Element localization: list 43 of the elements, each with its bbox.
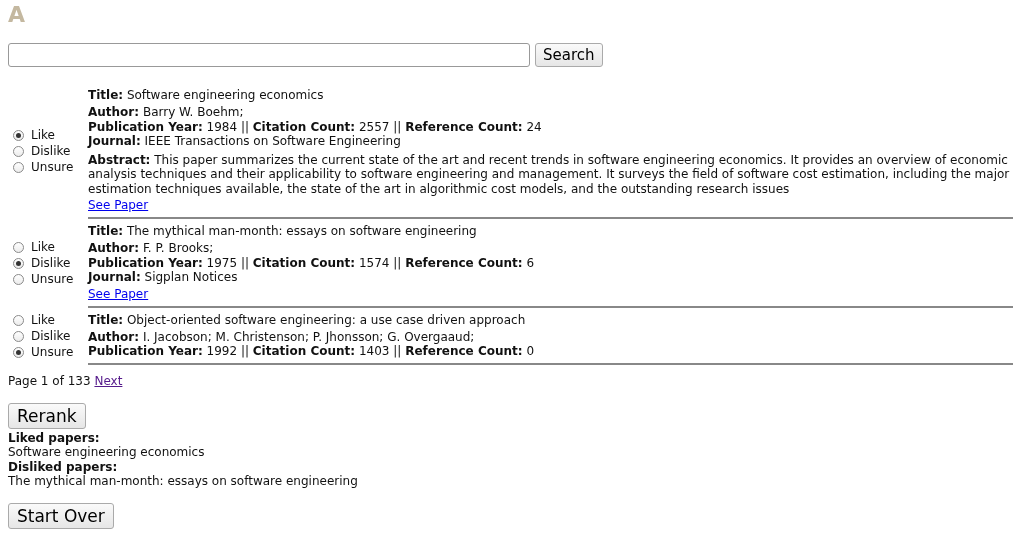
rating-radio[interactable] [13,241,24,253]
paper-detail: Journal: Sigplan Notices [88,270,239,285]
rerank-button[interactable]: Rerank [8,402,86,429]
summary-item: The mythical man-month: essays on software engineering [8,474,358,489]
paper-detail: Author: Barry W. Boehm; [88,105,245,120]
rating-label[interactable]: Like [31,312,55,328]
paper-detail: Journal: IEEE Transactions on Software Engineering [88,134,402,149]
rating-label[interactable]: Like [31,239,55,256]
paper-detail: Publication Year: 1984 || Citation Count: 2557 || Reference Count: 24 [88,119,543,134]
paper-title: Title: Software engineering economics [88,87,325,103]
summary-heading: Liked papers: [8,430,101,445]
rating-radio[interactable] [13,314,24,326]
search-button[interactable]: Search [535,43,603,67]
paper-detail: Publication Year: 1992 || Citation Count: 1403 || Reference Count: 0 [88,344,536,359]
logo: A [8,2,26,28]
rating-label[interactable]: Like [31,127,55,143]
rating-radio[interactable] [13,257,24,269]
page-indicator: Page 1 of 133 [8,373,91,388]
rating-radio[interactable] [13,273,24,285]
paper-detail: Publication Year: 1975 || Citation Count: 1574 || Reference Count: 6 [88,255,536,270]
paper-title: Title: The mythical man-month: essays on software engineering [88,223,478,239]
rating-label[interactable]: Dislike [31,143,71,159]
see-paper-link[interactable]: See Paper [88,198,149,213]
rating-radio[interactable] [13,330,24,342]
paper-title: Title: Object-oriented software engineering: a use case driven approach [88,311,527,328]
rating-radio[interactable] [13,346,24,358]
rating-radio[interactable] [13,129,24,141]
rating-label[interactable]: Unsure [31,271,74,288]
start-over-button[interactable]: Start Over [8,502,114,529]
search-field[interactable] [8,43,530,67]
paper-detail: Author: F. P. Brooks; [88,241,215,256]
summary-item: Software engineering economics [8,445,206,460]
rating-radio[interactable] [13,145,24,157]
next-link[interactable]: Next [94,373,123,388]
see-paper-link[interactable]: See Paper [88,286,149,302]
paper-detail: Author: I. Jacobson; M. Christenson; P. Jhonsson; G. Overgaaud; [88,329,476,344]
rating-label[interactable]: Unsure [31,159,74,175]
rating-radio[interactable] [13,161,24,173]
rating-label[interactable]: Dislike [31,255,71,272]
paper-abstract: Abstract: This paper summarizes the current state of the art and recent trends in software engineering economics. It provides an overview of economic analysis techniques and their applicability to software engineering and management. It surveys the field of software cost estimation, including the major estimation techniques available, the state of the art in algorithmic cost models, and the outstanding research issues [88,152,1011,196]
rating-label[interactable]: Dislike [31,328,71,344]
summary-heading: Disliked papers: [8,459,119,474]
rating-label[interactable]: Unsure [31,344,74,360]
